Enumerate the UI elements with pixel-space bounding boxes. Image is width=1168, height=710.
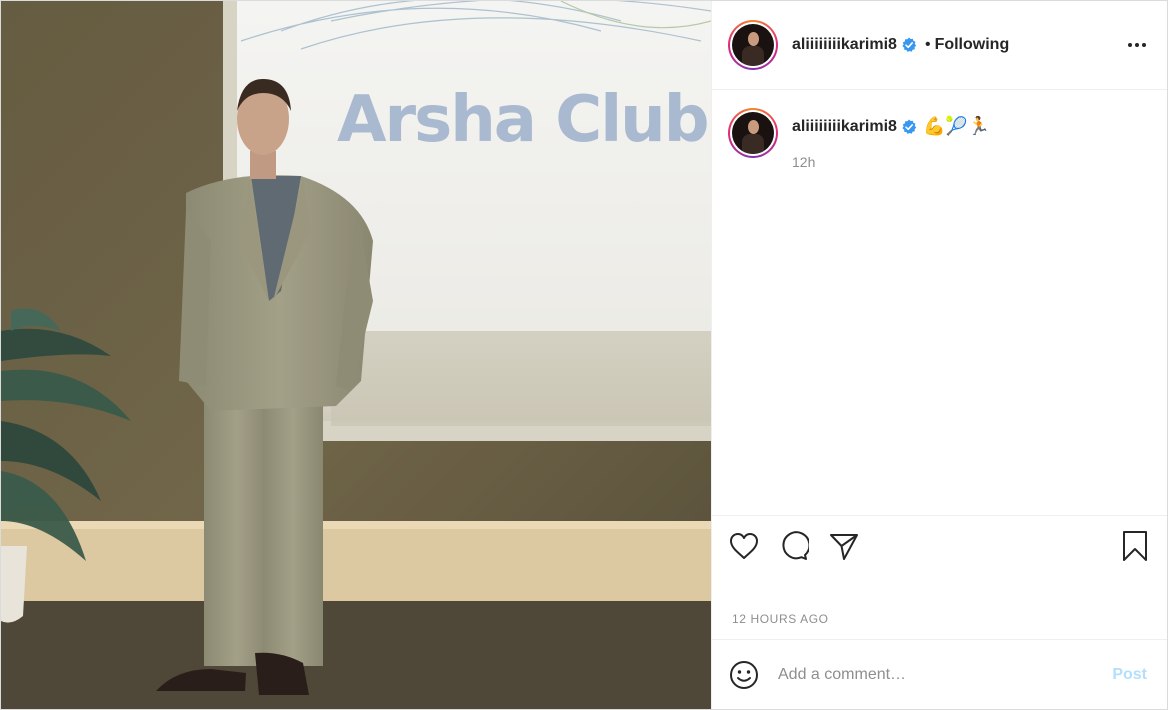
caption: aliiiiiiiikarimi8 💪🎾🏃 12h bbox=[728, 108, 1151, 170]
caption-avatar[interactable] bbox=[728, 108, 778, 158]
post-timestamp[interactable]: 12 HOURS AGO bbox=[732, 612, 829, 626]
bookmark-icon[interactable] bbox=[1119, 530, 1151, 562]
smiley-icon[interactable] bbox=[728, 659, 760, 691]
verified-badge-icon bbox=[902, 119, 917, 134]
paper-plane-icon[interactable] bbox=[828, 530, 860, 562]
caption-time[interactable]: 12h bbox=[792, 154, 990, 170]
comment-input[interactable] bbox=[778, 665, 1113, 684]
avatar[interactable] bbox=[728, 20, 778, 70]
more-options-icon[interactable] bbox=[1123, 31, 1151, 59]
header-username[interactable]: aliiiiiiiikarimi8 bbox=[792, 36, 897, 54]
comments-section: aliiiiiiiikarimi8 💪🎾🏃 12h bbox=[712, 90, 1167, 515]
header-separator: • bbox=[924, 36, 931, 53]
caption-text: 💪🎾🏃 bbox=[922, 116, 991, 137]
following-button[interactable]: Following bbox=[935, 36, 1010, 54]
arsha-club-sign: Arsha Club bbox=[337, 83, 708, 157]
heart-icon[interactable] bbox=[728, 530, 760, 562]
verified-badge-icon bbox=[902, 37, 917, 52]
post-sidebar: aliiiiiiiikarimi8 • Following aliiiiiiii… bbox=[711, 1, 1167, 709]
photo-scene: Arsha Club bbox=[1, 1, 711, 709]
comment-bubble-icon[interactable] bbox=[778, 530, 810, 562]
caption-username[interactable]: aliiiiiiiikarimi8 bbox=[792, 118, 897, 136]
post-dialog: Arsha Club aliiiiiiiikarimi8 • Following… bbox=[0, 0, 1168, 710]
post-header: aliiiiiiiikarimi8 • Following bbox=[712, 1, 1167, 90]
comment-form: Post bbox=[712, 639, 1167, 709]
post-comment-button[interactable]: Post bbox=[1112, 666, 1147, 684]
post-photo[interactable]: Arsha Club bbox=[1, 1, 711, 709]
action-bar: 12 HOURS AGO bbox=[712, 515, 1167, 626]
